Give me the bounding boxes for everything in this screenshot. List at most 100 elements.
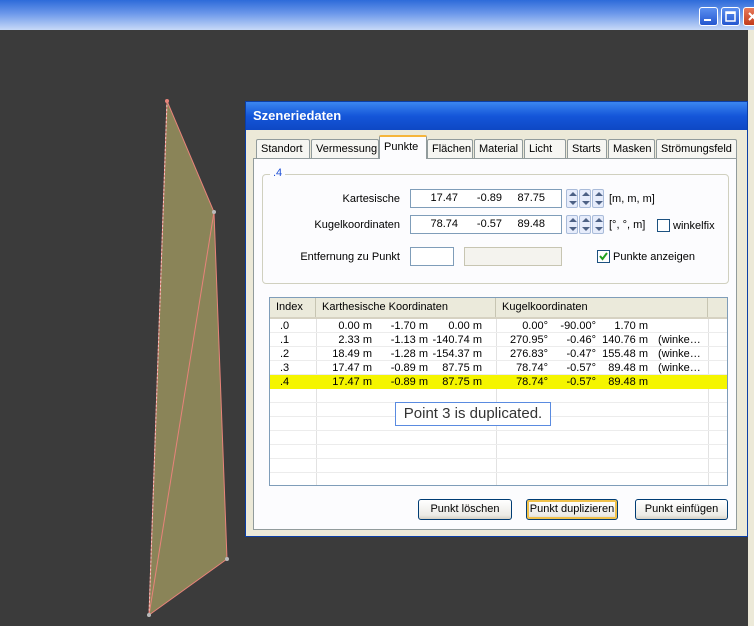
cell-x: 18.49 m xyxy=(332,348,372,360)
column-header-spherical[interactable]: Kugelkoordinaten xyxy=(496,298,708,317)
cell-radius: 89.48 m xyxy=(608,362,648,374)
cell-note: (winke… xyxy=(658,334,701,346)
cartesian-z: 87.75 xyxy=(517,192,545,204)
checkmark-icon xyxy=(599,252,608,261)
tab-material[interactable]: Material xyxy=(474,139,523,158)
cell-radius: 155.48 m xyxy=(602,348,648,360)
show-points-label: Punkte anzeigen xyxy=(613,251,695,263)
spinner-arrows-icon xyxy=(595,192,603,205)
tab-masken[interactable]: Masken xyxy=(608,139,655,158)
delete-point-button[interactable]: Punkt löschen xyxy=(418,499,512,520)
cell-radius: 140.76 m xyxy=(602,334,648,346)
cell-index: .2 xyxy=(280,348,290,360)
cell-radius: 1.70 m xyxy=(614,320,648,332)
cell-elevation: -0.57° xyxy=(566,362,596,374)
cell-azimuth: 270.95° xyxy=(509,334,548,346)
terrain-shape xyxy=(148,100,228,616)
cartesian-y: -0.89 xyxy=(476,192,502,204)
spinner-arrows-icon xyxy=(595,218,603,231)
cell-index: .4 xyxy=(280,376,290,388)
tab-licht[interactable]: Licht xyxy=(524,139,566,158)
cartesian-unit: [m, m, m] xyxy=(609,193,655,205)
tab-starts[interactable]: Starts xyxy=(567,139,607,158)
cell-x: 17.47 m xyxy=(332,376,372,388)
vertex-marker[interactable] xyxy=(212,210,216,214)
cell-azimuth: 276.83° xyxy=(509,348,548,360)
spherical-unit: [°, °, m] xyxy=(609,219,646,231)
cell-y: -1.28 m xyxy=(390,348,428,360)
cartesian-label: Kartesische xyxy=(342,193,400,205)
cell-x: 17.47 m xyxy=(332,362,372,374)
spherical-azimuth: 78.74 xyxy=(430,218,458,230)
cell-note: (winke… xyxy=(658,348,701,360)
points-table[interactable]: Index Karthesische Koordinaten Kugelkoor… xyxy=(269,297,728,486)
cartesian-x-spinner[interactable] xyxy=(566,189,578,208)
cell-y: -1.13 m xyxy=(390,334,428,346)
distance-label: Entfernung zu Punkt xyxy=(300,251,400,263)
spherical-radius-spinner[interactable] xyxy=(592,215,604,234)
vertex-marker[interactable] xyxy=(165,99,169,103)
cell-index: .1 xyxy=(280,334,290,346)
distance-result-field xyxy=(464,247,562,266)
tab-stroemungsfeld[interactable]: Strömungsfeld xyxy=(656,139,737,158)
spherical-label: Kugelkoordinaten xyxy=(314,219,400,231)
distance-point-input[interactable] xyxy=(410,247,454,266)
column-header-index[interactable]: Index xyxy=(270,298,316,317)
spherical-radius: 89.48 xyxy=(517,218,545,230)
tab-standort[interactable]: Standort xyxy=(256,139,310,158)
point-group-title: .4 xyxy=(270,167,286,179)
winkelfix-checkbox[interactable] xyxy=(657,219,670,232)
tab-punkte[interactable]: Punkte xyxy=(379,135,427,159)
spinner-arrows-icon xyxy=(569,192,577,205)
cartesian-input[interactable]: 17.47 -0.89 87.75 xyxy=(410,189,562,208)
column-header-cartesian[interactable]: Karthesische Koordinaten xyxy=(316,298,496,317)
table-row[interactable]: .3 17.47 m -0.89 m 87.75 m 78.74° -0.57°… xyxy=(270,361,727,375)
cartesian-y-spinner[interactable] xyxy=(579,189,591,208)
spherical-elevation-spinner[interactable] xyxy=(579,215,591,234)
cell-z: 87.75 m xyxy=(442,362,482,374)
cell-index: .0 xyxy=(280,320,290,332)
cell-x: 0.00 m xyxy=(338,320,372,332)
dialog-title: Szeneriedaten xyxy=(246,102,747,130)
table-row[interactable]: .0 0.00 m -1.70 m 0.00 m 0.00° -90.00° 1… xyxy=(270,319,727,333)
cell-z: -154.37 m xyxy=(432,348,482,360)
scenery-dialog: Szeneriedaten Standort Vermessung Punkte… xyxy=(245,101,748,537)
cell-z: -140.74 m xyxy=(432,334,482,346)
cell-elevation: -0.47° xyxy=(566,348,596,360)
duplicate-point-button[interactable]: Punkt duplizieren xyxy=(526,499,618,520)
cell-y: -0.89 m xyxy=(390,376,428,388)
spherical-elevation: -0.57 xyxy=(476,218,502,230)
table-row[interactable]: .2 18.49 m -1.28 m -154.37 m 276.83° -0.… xyxy=(270,347,727,361)
table-row-selected[interactable]: .4 17.47 m -0.89 m 87.75 m 78.74° -0.57°… xyxy=(270,375,727,389)
duplicate-callout: Point 3 is duplicated. xyxy=(395,402,551,426)
vertex-marker[interactable] xyxy=(147,613,151,617)
cell-elevation: -90.00° xyxy=(560,320,596,332)
spherical-azimuth-spinner[interactable] xyxy=(566,215,578,234)
spinner-arrows-icon xyxy=(582,192,590,205)
table-row[interactable]: .1 2.33 m -1.13 m -140.74 m 270.95° -0.4… xyxy=(270,333,727,347)
cartesian-x: 17.47 xyxy=(430,192,458,204)
cell-azimuth: 78.74° xyxy=(516,376,548,388)
spinner-arrows-icon xyxy=(582,218,590,231)
cartesian-z-spinner[interactable] xyxy=(592,189,604,208)
winkelfix-label: winkelfix xyxy=(673,220,715,232)
grid-line xyxy=(270,430,727,431)
cell-note: (winke… xyxy=(658,362,701,374)
cell-y: -1.70 m xyxy=(390,320,428,332)
tab-vermessung[interactable]: Vermessung xyxy=(311,139,379,158)
cell-elevation: -0.46° xyxy=(566,334,596,346)
show-points-checkbox[interactable] xyxy=(597,250,610,263)
cell-z: 87.75 m xyxy=(442,376,482,388)
cell-radius: 89.48 m xyxy=(608,376,648,388)
table-header: Index Karthesische Koordinaten Kugelkoor… xyxy=(270,298,727,319)
cell-z: 0.00 m xyxy=(448,320,482,332)
cell-azimuth: 78.74° xyxy=(516,362,548,374)
vertex-marker[interactable] xyxy=(225,557,229,561)
grid-line xyxy=(270,458,727,459)
insert-point-button[interactable]: Punkt einfügen xyxy=(635,499,728,520)
grid-line xyxy=(270,472,727,473)
spherical-input[interactable]: 78.74 -0.57 89.48 xyxy=(410,215,562,234)
cell-index: .3 xyxy=(280,362,290,374)
tab-flaechen[interactable]: Flächen xyxy=(427,139,473,158)
cell-x: 2.33 m xyxy=(338,334,372,346)
